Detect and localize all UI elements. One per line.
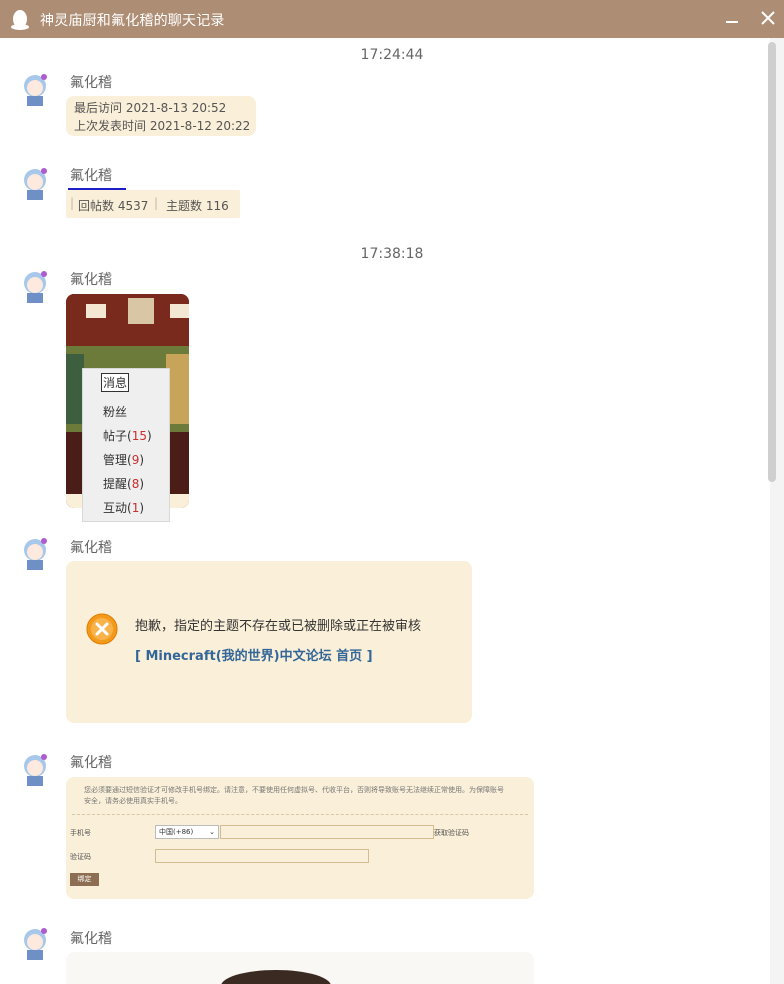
- qq-penguin-icon: [11, 10, 29, 30]
- bind-button[interactable]: 绑定: [70, 873, 99, 886]
- menu-item-manage[interactable]: 管理(9): [103, 451, 144, 468]
- sender-name: 氟化稽: [70, 272, 112, 288]
- timestamp: 17:38:18: [360, 246, 424, 262]
- sender-name: 氟化稽: [70, 540, 112, 556]
- chevron-down-icon: ⌄: [209, 828, 215, 836]
- interact-badge: 1: [131, 501, 140, 515]
- avatar: [24, 538, 47, 570]
- scrollbar-thumb[interactable]: [768, 42, 776, 482]
- divider: |: [154, 196, 159, 210]
- menu-item-remind[interactable]: 提醒(8): [103, 475, 144, 492]
- avatar: [24, 74, 47, 106]
- country-selected-value: 中国(+86): [159, 828, 194, 836]
- manage-badge: 9: [131, 453, 140, 467]
- error-text: 抱歉，指定的主题不存在或已被删除或正在被审核: [135, 619, 422, 634]
- image-message[interactable]: [66, 952, 534, 984]
- verification-notice: 您必须要通过短信验证才可修改手机号绑定。请注意，不要使用任何虚拟号、代收平台，否…: [84, 786, 504, 805]
- last-post-text: 上次发表时间 2021-8-12 20:22: [74, 119, 251, 133]
- code-input[interactable]: [155, 849, 369, 863]
- phone-label: 手机号: [70, 829, 91, 837]
- menu-item-fans[interactable]: 粉丝: [103, 403, 127, 420]
- avatar: [24, 754, 47, 786]
- message-bubble: | 回帖数 4537 | 主题数 116: [66, 190, 240, 218]
- partial-image: [221, 970, 331, 984]
- error-message-bubble: 抱歉，指定的主题不存在或已被删除或正在被审核 [ Minecraft(我的世界)…: [66, 561, 472, 723]
- phone-input[interactable]: [220, 825, 434, 839]
- menu-item-posts[interactable]: 帖子(15): [103, 427, 152, 444]
- last-visit-text: 最后访问 2021-8-13 20:52: [74, 101, 227, 115]
- message-dropdown-menu: 消息 粉丝 帖子(15) 管理(9) 提醒(8) 互动(1): [82, 368, 170, 522]
- error-icon: [86, 613, 118, 645]
- window-title: 神灵庙厨和氟化稽的聊天记录: [40, 13, 225, 29]
- divider: [72, 814, 528, 815]
- sender-name: 氟化稽: [70, 755, 112, 771]
- sender-name: 氟化稽: [70, 931, 112, 947]
- topics-count: 主题数 116: [166, 199, 229, 213]
- posts-badge: 15: [131, 429, 147, 443]
- avatar: [24, 928, 47, 960]
- sender-name: 氟化稽: [70, 75, 112, 91]
- divider: |: [70, 196, 75, 210]
- get-code-link[interactable]: 获取验证码: [434, 828, 469, 838]
- title-bar: 神灵庙厨和氟化稽的聊天记录: [0, 0, 784, 38]
- avatar: [24, 168, 47, 200]
- posts-count: 回帖数 4537: [78, 199, 149, 213]
- close-icon[interactable]: [758, 8, 778, 28]
- message-bubble: 最后访问 2021-8-13 20:52 上次发表时间 2021-8-12 20…: [66, 96, 256, 136]
- sender-name: 氟化稽: [70, 168, 112, 184]
- avatar: [24, 271, 47, 303]
- menu-title[interactable]: 消息: [101, 373, 130, 392]
- timestamp: 17:24:44: [360, 47, 424, 63]
- phone-bind-form-bubble: 您必须要通过短信验证才可修改手机号绑定。请注意，不要使用任何虚拟号、代收平台，否…: [66, 777, 534, 899]
- code-label: 验证码: [70, 853, 91, 861]
- minimize-icon[interactable]: [724, 10, 740, 26]
- chat-history[interactable]: 17:24:44 氟化稽 最后访问 2021-8-13 20:52 上次发表时间…: [0, 38, 770, 984]
- country-select[interactable]: 中国(+86) ⌄: [155, 825, 219, 839]
- forum-home-link[interactable]: [ Minecraft(我的世界)中文论坛 首页 ]: [135, 645, 373, 664]
- menu-item-interact[interactable]: 互动(1): [103, 499, 144, 516]
- remind-badge: 8: [131, 477, 140, 491]
